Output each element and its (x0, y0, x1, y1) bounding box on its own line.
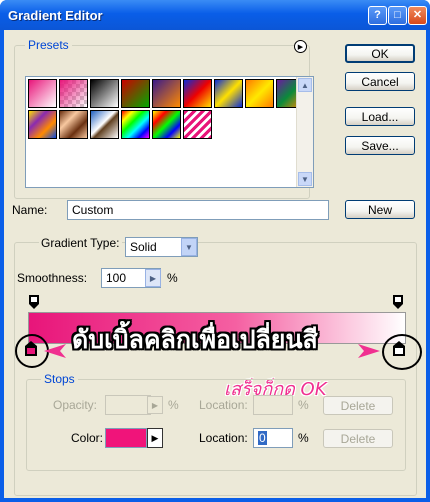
gradient-editor-window: Gradient Editor ? □ ✕ Presets ▶ ▲ ▼ OK C… (0, 0, 430, 502)
maximize-button[interactable]: □ (388, 6, 407, 25)
preset-swatch-copper[interactable] (59, 110, 88, 139)
preset-swatch-black-white[interactable] (90, 79, 119, 108)
load-button[interactable]: Load... (345, 107, 415, 126)
preset-swatch-chrome[interactable] (90, 110, 119, 139)
window-title: Gradient Editor (8, 8, 103, 23)
location-input-opacity[interactable] (253, 395, 293, 415)
preset-swatch-transparent-stripes[interactable] (183, 110, 212, 139)
location-unit-opacity: % (298, 398, 309, 412)
preset-swatch-blue-red-yellow[interactable] (183, 79, 212, 108)
gradient-type-label: Gradient Type: (39, 236, 122, 250)
color-swatch[interactable] (105, 428, 147, 448)
question-icon: ? (374, 9, 381, 21)
opacity-slider-icon[interactable]: ▶ (147, 396, 163, 414)
ok-button[interactable]: OK (345, 44, 415, 63)
preset-swatch-yellow-violet-orange-blue[interactable] (28, 110, 57, 139)
presets-list: ▲ ▼ (25, 76, 314, 188)
color-label: Color: (71, 431, 104, 445)
presets-menu-icon[interactable]: ▶ (294, 40, 307, 53)
opacity-stop-right[interactable] (393, 295, 403, 309)
scroll-down-icon[interactable]: ▼ (298, 172, 312, 186)
opacity-stop-left[interactable] (29, 295, 39, 309)
location-value: 0 (258, 431, 267, 445)
presets-scrollbar[interactable]: ▲ ▼ (296, 77, 313, 187)
color-stop-left[interactable] (25, 341, 37, 356)
stops-group: Stops Opacity: ▶ % Location: % Delete Co… (26, 372, 406, 471)
color-stop-right[interactable] (393, 341, 405, 356)
location-input-color[interactable]: 0 (253, 428, 293, 448)
right-arrow-icon (358, 344, 380, 358)
title-bar[interactable]: Gradient Editor ? □ ✕ (0, 0, 430, 30)
opacity-label: Opacity: (53, 398, 98, 412)
new-button[interactable]: New (345, 200, 415, 219)
gradient-type-value: Solid (130, 240, 157, 254)
left-arrow-icon (44, 344, 66, 358)
smoothness-label: Smoothness: (17, 271, 88, 285)
preset-swatch-blue-yellow-blue[interactable] (214, 79, 243, 108)
chevron-down-icon[interactable]: ▼ (181, 238, 197, 256)
opacity-input[interactable] (105, 395, 151, 415)
location-label-opacity: Location: (199, 398, 248, 412)
preset-swatch-spectrum[interactable] (121, 110, 150, 139)
save-button[interactable]: Save... (345, 136, 415, 155)
smoothness-unit: % (167, 271, 178, 285)
maximize-icon: □ (394, 9, 401, 21)
preset-swatch-fg-to-bg[interactable] (28, 79, 57, 108)
annotation-main-text: ดับเบิ้ลคลิกเพื่อเปลี่ยนสี (72, 325, 318, 354)
location-label-color: Location: (199, 431, 248, 445)
delete-opacity-stop-button[interactable]: Delete (323, 396, 393, 415)
help-button[interactable]: ? (368, 6, 387, 25)
preset-swatch-transparent-rainbow[interactable] (152, 110, 181, 139)
color-menu-arrow-icon[interactable]: ▶ (147, 428, 163, 448)
preset-swatch-red-green[interactable] (121, 79, 150, 108)
preset-swatch-fg-to-transparent[interactable] (59, 79, 88, 108)
smoothness-slider-icon[interactable]: ▶ (145, 269, 161, 287)
stops-legend: Stops (41, 372, 78, 386)
opacity-unit: % (168, 398, 179, 412)
close-button[interactable]: ✕ (408, 6, 427, 25)
name-input[interactable]: Custom (67, 200, 329, 220)
name-label: Name: (12, 203, 48, 217)
scroll-up-icon[interactable]: ▲ (298, 78, 312, 92)
preset-swatch-orange-yellow-orange[interactable] (245, 79, 274, 108)
presets-group: Presets ▶ ▲ ▼ (14, 38, 314, 199)
dialog-body: Presets ▶ ▲ ▼ OK Cancel Load... Save... … (4, 30, 426, 498)
location-unit-color: % (298, 431, 309, 445)
presets-legend: Presets (25, 38, 72, 52)
delete-color-stop-button[interactable]: Delete (323, 429, 393, 448)
preset-swatch-violet-orange[interactable] (152, 79, 181, 108)
cancel-button[interactable]: Cancel (345, 72, 415, 91)
close-icon: ✕ (412, 9, 423, 21)
